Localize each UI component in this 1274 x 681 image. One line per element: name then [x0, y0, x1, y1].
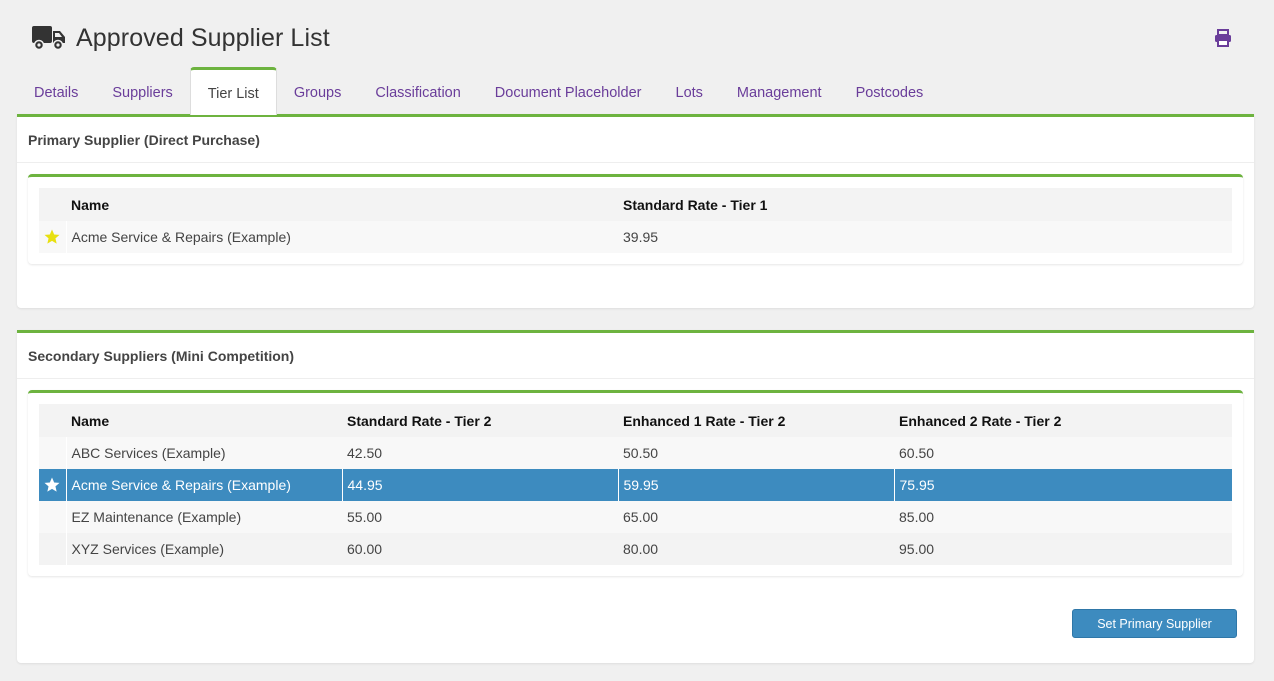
tab-lots[interactable]: Lots [659, 70, 720, 115]
set-primary-supplier-button[interactable]: Set Primary Supplier [1072, 609, 1237, 638]
tab-classification[interactable]: Classification [358, 70, 477, 115]
enhanced1-rate: 80.00 [618, 533, 894, 565]
column-header-enhanced2-tier2: Enhanced 2 Rate - Tier 2 [894, 404, 1232, 437]
primary-supplier-heading: Primary Supplier (Direct Purchase) [17, 117, 1254, 163]
primary-supplier-panel: Primary Supplier (Direct Purchase) Name … [17, 114, 1254, 308]
enhanced2-rate: 75.95 [894, 469, 1232, 501]
column-header-name: Name [66, 188, 618, 221]
enhanced2-rate: 95.00 [894, 533, 1232, 565]
star-icon [44, 229, 60, 244]
page-title: Approved Supplier List [76, 23, 330, 52]
star-icon [44, 477, 60, 492]
supplier-name: Acme Service & Repairs (Example) [66, 469, 343, 501]
star-cell[interactable] [39, 533, 67, 565]
secondary-suppliers-heading: Secondary Suppliers (Mini Competition) [17, 333, 1254, 379]
star-column-header [39, 188, 66, 221]
tab-details[interactable]: Details [17, 70, 95, 115]
tab-postcodes[interactable]: Postcodes [839, 70, 941, 115]
tab-document-placeholder[interactable]: Document Placeholder [478, 70, 659, 115]
table-row[interactable]: XYZ Services (Example) 60.00 80.00 95.00 [39, 533, 1232, 565]
star-cell[interactable] [39, 501, 67, 533]
enhanced2-rate: 60.50 [894, 437, 1232, 469]
tab-tier-list[interactable]: Tier List [189, 67, 277, 115]
tab-management[interactable]: Management [720, 70, 839, 115]
secondary-suppliers-table-box: Name Standard Rate - Tier 2 Enhanced 1 R… [28, 390, 1243, 576]
truck-icon [32, 24, 66, 52]
tab-groups[interactable]: Groups [277, 70, 359, 115]
column-header-standard-tier1: Standard Rate - Tier 1 [618, 188, 1232, 221]
table-row[interactable]: ABC Services (Example) 42.50 50.50 60.50 [39, 437, 1232, 469]
primary-supplier-table: Name Standard Rate - Tier 1 Acme Service… [39, 188, 1232, 253]
secondary-suppliers-panel: Secondary Suppliers (Mini Competition) N… [17, 330, 1254, 663]
standard-rate: 44.95 [342, 469, 619, 501]
primary-supplier-table-box: Name Standard Rate - Tier 1 Acme Service… [28, 174, 1243, 264]
enhanced1-rate: 50.50 [618, 437, 894, 469]
table-header-row: Name Standard Rate - Tier 1 [39, 188, 1232, 221]
standard-rate: 60.00 [342, 533, 618, 565]
enhanced2-rate: 85.00 [894, 501, 1232, 533]
column-header-enhanced1-tier2: Enhanced 1 Rate - Tier 2 [618, 404, 894, 437]
standard-rate: 55.00 [342, 501, 618, 533]
supplier-name: XYZ Services (Example) [66, 533, 342, 565]
supplier-name: EZ Maintenance (Example) [66, 501, 342, 533]
standard-rate: 42.50 [342, 437, 618, 469]
star-cell[interactable] [39, 437, 67, 469]
supplier-name: ABC Services (Example) [66, 437, 342, 469]
table-row-selected[interactable]: Acme Service & Repairs (Example) 44.95 5… [39, 469, 1232, 501]
star-cell[interactable] [39, 469, 67, 501]
column-header-standard-tier2: Standard Rate - Tier 2 [342, 404, 618, 437]
page-header: Approved Supplier List [32, 20, 330, 56]
table-row[interactable]: Acme Service & Repairs (Example) 39.95 [39, 221, 1232, 253]
table-row[interactable]: EZ Maintenance (Example) 55.00 65.00 85.… [39, 501, 1232, 533]
secondary-suppliers-table: Name Standard Rate - Tier 2 Enhanced 1 R… [39, 404, 1232, 565]
tab-bar: Details Suppliers Tier List Groups Class… [17, 67, 941, 115]
star-column-header [39, 404, 66, 437]
tab-suppliers[interactable]: Suppliers [95, 70, 189, 115]
supplier-name: Acme Service & Repairs (Example) [66, 221, 618, 253]
enhanced1-rate: 59.95 [618, 469, 895, 501]
star-cell[interactable] [39, 221, 67, 253]
column-header-name: Name [66, 404, 342, 437]
enhanced1-rate: 65.00 [618, 501, 894, 533]
standard-rate-tier1: 39.95 [618, 221, 1232, 253]
print-icon[interactable] [1213, 28, 1233, 48]
table-header-row: Name Standard Rate - Tier 2 Enhanced 1 R… [39, 404, 1232, 437]
